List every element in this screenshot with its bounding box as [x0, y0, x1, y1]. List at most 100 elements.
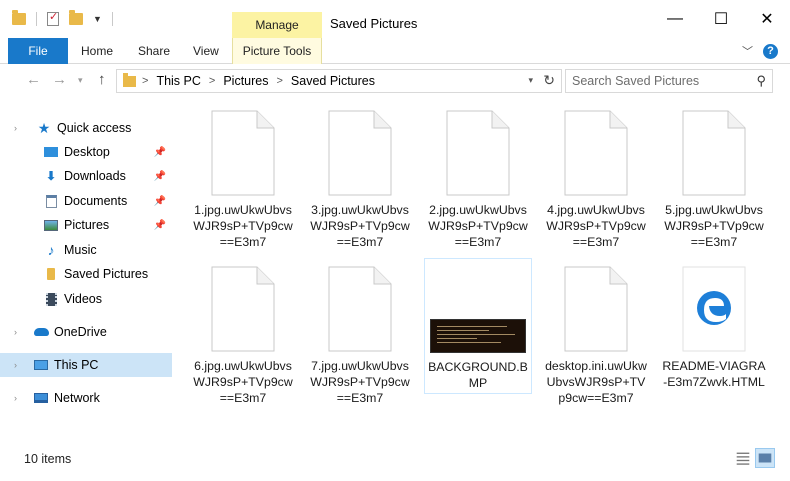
nav-item-pictures[interactable]: Pictures 📌: [0, 213, 172, 237]
file-item[interactable]: 4.jpg.uwUkwUbvsWJR9sP+TVp9cw==E3m7: [542, 98, 650, 250]
divider: [36, 12, 37, 26]
close-button[interactable]: ✕: [744, 0, 790, 38]
pictures-icon: [43, 218, 59, 232]
window-title: Saved Pictures: [330, 16, 418, 31]
network-icon: [33, 391, 49, 405]
expand-chevron-icon[interactable]: ›: [14, 360, 17, 370]
nav-label: Quick access: [57, 121, 132, 135]
nav-onedrive[interactable]: › OneDrive: [0, 320, 172, 344]
forward-arrow-icon[interactable]: →: [52, 71, 67, 88]
maximize-button[interactable]: ☐: [698, 0, 744, 38]
minimize-button[interactable]: —: [652, 0, 698, 38]
pin-icon[interactable]: 📌: [154, 220, 166, 231]
nav-item-videos[interactable]: Videos: [0, 287, 172, 311]
details-view-button[interactable]: [733, 448, 753, 468]
search-box[interactable]: ⚲: [565, 69, 773, 93]
tab-manage[interactable]: Manage: [232, 12, 322, 38]
search-icon[interactable]: ⚲: [756, 73, 766, 89]
file-name: 2.jpg.uwUkwUbvsWJR9sP+TVp9cw==E3m7: [428, 203, 528, 249]
file-name: 1.jpg.uwUkwUbvsWJR9sP+TVp9cw==E3m7: [193, 203, 293, 249]
expand-chevron-icon[interactable]: ›: [14, 327, 17, 337]
search-input[interactable]: [572, 70, 752, 92]
nav-item-documents[interactable]: Documents 📌: [0, 189, 172, 213]
blank-file-icon: [682, 110, 746, 196]
pin-icon[interactable]: 📌: [154, 196, 166, 207]
up-arrow-icon[interactable]: ↑: [98, 71, 106, 88]
expand-chevron-icon[interactable]: ›: [14, 123, 17, 133]
file-item[interactable]: 6.jpg.uwUkwUbvsWJR9sP+TVp9cw==E3m7: [189, 254, 297, 406]
computer-icon: [33, 358, 49, 372]
breadcrumb-pictures[interactable]: Pictures: [223, 74, 268, 88]
edge-html-file-icon: [682, 266, 746, 352]
expand-chevron-icon[interactable]: ›: [14, 393, 17, 403]
details-view-icon: [736, 452, 750, 465]
address-history-chevron-icon[interactable]: ▾: [528, 75, 533, 86]
pin-icon[interactable]: 📌: [154, 171, 166, 182]
new-folder-icon[interactable]: [69, 10, 83, 25]
nav-this-pc[interactable]: › This PC: [0, 353, 172, 377]
file-name: 6.jpg.uwUkwUbvsWJR9sP+TVp9cw==E3m7: [193, 359, 293, 405]
breadcrumb-separator[interactable]: >: [276, 75, 282, 87]
nav-network[interactable]: › Network: [0, 386, 172, 410]
address-bar[interactable]: > This PC > Pictures > Saved Pictures ▾ …: [116, 69, 562, 93]
file-name: 7.jpg.uwUkwUbvsWJR9sP+TVp9cw==E3m7: [310, 359, 410, 405]
file-item[interactable]: 5.jpg.uwUkwUbvsWJR9sP+TVp9cw==E3m7: [660, 98, 768, 250]
navigation-bar: ← → ▾ ↑ > This PC > Pictures > Saved Pic…: [0, 65, 790, 97]
file-item[interactable]: BACKGROUND.BMP: [424, 258, 532, 394]
nav-item-desktop[interactable]: Desktop 📌: [0, 140, 172, 164]
breadcrumb-this-pc[interactable]: This PC: [156, 74, 200, 88]
divider: [111, 12, 113, 26]
blank-file-icon: [564, 110, 628, 196]
tab-view[interactable]: View: [193, 38, 219, 64]
blank-file-icon: [564, 266, 628, 352]
tab-file[interactable]: File: [8, 38, 68, 64]
star-icon: ★: [37, 119, 51, 136]
item-count: 10 items: [24, 452, 72, 466]
pin-icon[interactable]: 📌: [154, 147, 166, 158]
folder-icon: [12, 10, 26, 25]
breadcrumb-separator[interactable]: >: [142, 75, 148, 87]
nav-item-saved-pictures[interactable]: Saved Pictures: [0, 262, 172, 286]
quick-access-toolbar: ▼: [12, 10, 113, 26]
nav-item-music[interactable]: ♪ Music: [0, 238, 172, 262]
tab-picture-tools[interactable]: Picture Tools: [232, 38, 322, 64]
help-icon[interactable]: ?: [763, 43, 778, 59]
expand-ribbon-chevron-icon[interactable]: ﹀: [742, 43, 753, 59]
file-item[interactable]: desktop.ini.uwUkwUbvsWJR9sP+TVp9cw==E3m7: [542, 254, 650, 406]
videos-icon: [43, 292, 59, 306]
file-name: 3.jpg.uwUkwUbvsWJR9sP+TVp9cw==E3m7: [310, 203, 410, 249]
music-icon: ♪: [47, 242, 55, 258]
file-item[interactable]: 7.jpg.uwUkwUbvsWJR9sP+TVp9cw==E3m7: [306, 254, 414, 406]
refresh-icon[interactable]: ↻: [543, 72, 555, 89]
nav-quick-access[interactable]: › ★ Quick access: [0, 116, 172, 140]
file-item[interactable]: 1.jpg.uwUkwUbvsWJR9sP+TVp9cw==E3m7: [189, 98, 297, 250]
nav-label: Downloads: [64, 169, 126, 183]
blank-file-icon: [211, 266, 275, 352]
properties-icon[interactable]: [47, 10, 59, 26]
customize-toolbar-chevron-icon[interactable]: ▼: [93, 14, 102, 24]
nav-label: Videos: [64, 292, 102, 306]
nav-label: Saved Pictures: [64, 267, 149, 281]
nav-label: Pictures: [64, 218, 110, 232]
title-bar: ▼ Manage Saved Pictures — ☐ ✕: [0, 0, 790, 38]
tab-share[interactable]: Share: [138, 38, 170, 64]
ribbon-tabs: File Home Share View Picture Tools ﹀ ?: [0, 38, 790, 64]
folder-icon: [123, 72, 136, 87]
bitmap-thumbnail: [430, 319, 526, 353]
nav-label: Network: [54, 391, 100, 405]
blank-file-icon: [211, 110, 275, 196]
file-item[interactable]: 2.jpg.uwUkwUbvsWJR9sP+TVp9cw==E3m7: [424, 98, 532, 250]
large-icons-view-button[interactable]: [755, 448, 775, 468]
file-list: 1.jpg.uwUkwUbvsWJR9sP+TVp9cw==E3m7 3.jpg…: [172, 98, 790, 444]
tab-home[interactable]: Home: [81, 38, 113, 64]
nav-label: Music: [64, 243, 97, 257]
back-arrow-icon[interactable]: ←: [26, 71, 41, 88]
nav-item-downloads[interactable]: ⬇ Downloads 📌: [0, 164, 172, 188]
file-item[interactable]: README-VIAGRA-E3m7Zwvk.HTML: [660, 254, 768, 390]
nav-label: This PC: [54, 358, 99, 372]
desktop-icon: [43, 145, 59, 159]
breadcrumb-separator[interactable]: >: [209, 75, 215, 87]
file-item[interactable]: 3.jpg.uwUkwUbvsWJR9sP+TVp9cw==E3m7: [306, 98, 414, 250]
recent-locations-chevron-icon[interactable]: ▾: [78, 75, 83, 86]
breadcrumb-saved-pictures[interactable]: Saved Pictures: [291, 74, 375, 88]
